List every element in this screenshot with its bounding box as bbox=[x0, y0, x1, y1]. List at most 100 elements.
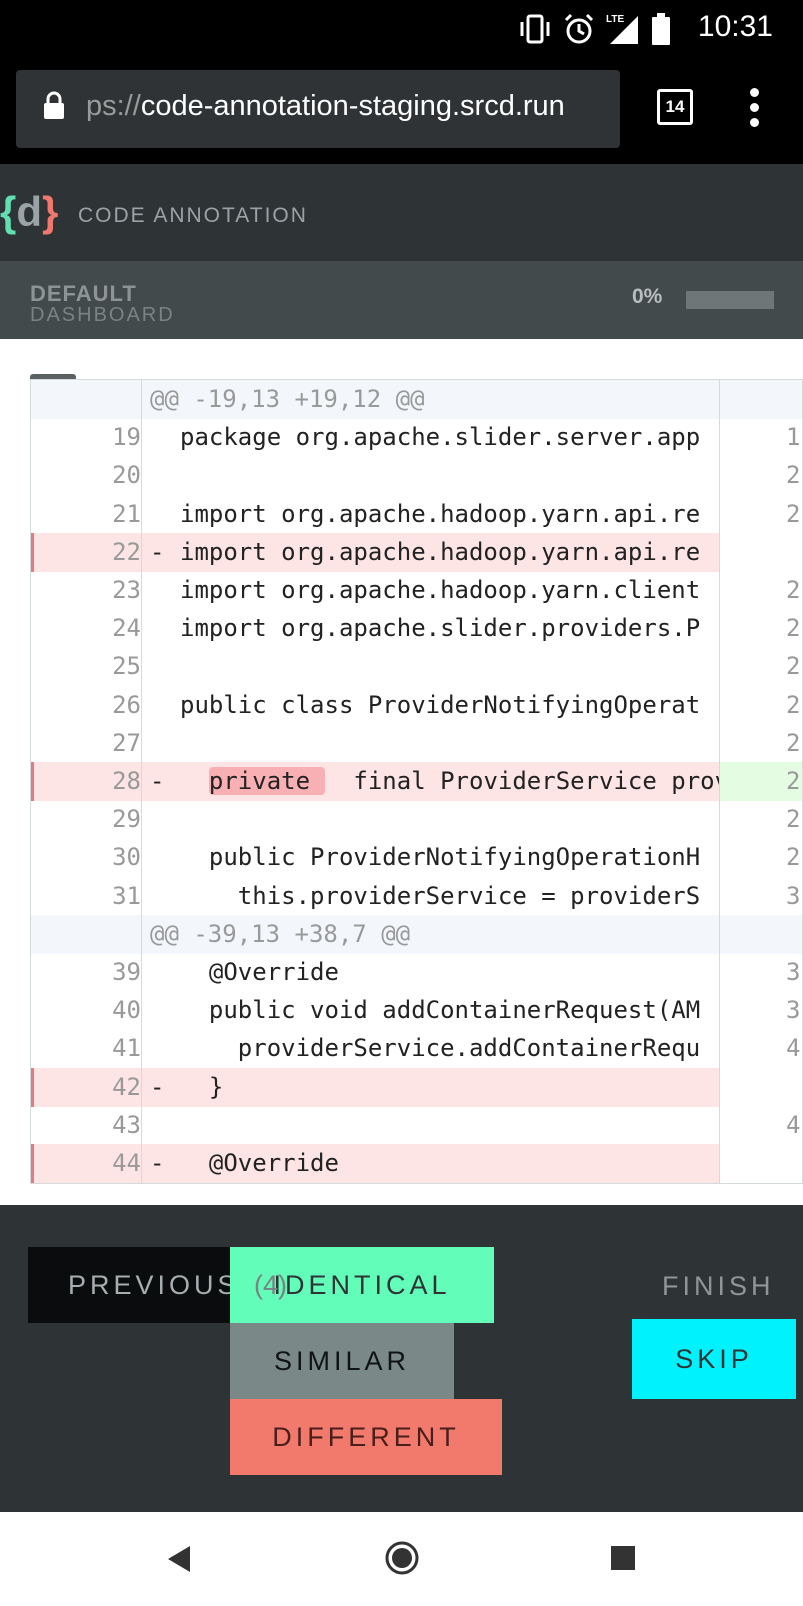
diff-row: 20 2 bbox=[31, 456, 802, 496]
line-number-left: 29 bbox=[112, 805, 141, 834]
diff-hunk-header: @@ -19,13 +19,12 @@ bbox=[31, 380, 802, 419]
line-number-left: 43 bbox=[112, 1110, 141, 1139]
annotation-controls: PREVIOUS IDENTICAL (4) SIMILAR DIFFERENT… bbox=[0, 1205, 803, 1512]
similar-button[interactable]: SIMILAR bbox=[230, 1323, 454, 1399]
lte-label: LTE bbox=[606, 14, 624, 25]
right-pane bbox=[719, 1144, 802, 1183]
diff-view[interactable]: @@ -19,13 +19,12 @@ 19 package org.apache.… bbox=[30, 379, 803, 1184]
code-line: package org.apache.slider.server.app bbox=[141, 418, 719, 458]
right-pane bbox=[719, 914, 802, 954]
overflow-menu-icon[interactable] bbox=[748, 88, 760, 128]
line-number-right: 2 bbox=[786, 614, 801, 643]
right-pane: 1 bbox=[719, 418, 802, 458]
diff-marker: - bbox=[150, 1072, 165, 1101]
line-number-left: 23 bbox=[112, 576, 141, 604]
code-text: public void addContainerRequest(AM bbox=[180, 996, 701, 1025]
app-title: CODE ANNOTATION bbox=[78, 204, 308, 227]
diff-marker: - bbox=[150, 537, 165, 566]
url-host: code-annotation-staging.srcd.run bbox=[140, 90, 565, 122]
diff-row: 23 import org.apache.hadoop.yarn.client 2 bbox=[31, 571, 802, 610]
line-number-right: 2 bbox=[786, 652, 801, 681]
back-icon[interactable] bbox=[166, 1544, 192, 1574]
line-number-right: 2 bbox=[786, 843, 801, 872]
code-text: @Override bbox=[180, 1149, 339, 1177]
code-text: private final ProviderService prov bbox=[180, 762, 719, 801]
lte-signal-icon: LTE bbox=[606, 14, 638, 44]
diff-row: 39 @Override 3 bbox=[31, 953, 802, 992]
line-number-left: 41 bbox=[112, 1034, 141, 1063]
hunk-text: @@ -19,13 +19,12 @@ bbox=[150, 385, 425, 413]
code-line: - } bbox=[141, 1067, 719, 1107]
code-line: public void addContainerRequest(AM bbox=[141, 991, 719, 1031]
code-line bbox=[141, 1105, 719, 1145]
clock: 10:31 bbox=[697, 10, 773, 43]
line-number-right: 2 bbox=[786, 576, 801, 604]
code-text: public ProviderNotifyingOperationH bbox=[180, 843, 701, 872]
code-line: - @Override bbox=[141, 1144, 719, 1183]
hunk-text: @@ -39,13 +38,7 @@ bbox=[150, 919, 411, 948]
code-line: import org.apache.hadoop.yarn.api.re bbox=[141, 494, 719, 534]
line-number-right: 2 bbox=[786, 461, 801, 490]
tab-switcher-button[interactable]: 14 bbox=[657, 89, 693, 125]
line-number-right: 1 bbox=[786, 423, 801, 452]
diff-row: 25 2 bbox=[31, 647, 802, 687]
right-pane: 2 bbox=[719, 762, 802, 801]
right-pane: 3 bbox=[719, 953, 802, 992]
previous-button[interactable]: PREVIOUS bbox=[28, 1247, 238, 1323]
home-icon[interactable] bbox=[384, 1540, 420, 1576]
app-header: {d} CODE ANNOTATION bbox=[0, 164, 803, 261]
line-number-left: 40 bbox=[112, 996, 141, 1025]
line-number-left bbox=[31, 915, 141, 954]
address-bar[interactable]: ps://code-annotation-staging.srcd.run bbox=[16, 70, 620, 148]
different-button[interactable]: DIFFERENT bbox=[230, 1399, 502, 1475]
line-number-left: 20 bbox=[112, 461, 141, 490]
skip-button[interactable]: SKIP bbox=[632, 1319, 796, 1399]
code-text: providerService.addContainerRequ bbox=[180, 1034, 701, 1063]
code-text: import org.apache.hadoop.yarn.api.re bbox=[180, 537, 701, 566]
line-number-left: 30 bbox=[112, 843, 141, 872]
right-pane: 2 bbox=[719, 571, 802, 610]
diff-row: 41 providerService.addContainerRequ 4 bbox=[31, 1029, 802, 1069]
line-number-left: 19 bbox=[112, 423, 141, 452]
diff-row-deleted: 22- import org.apache.hadoop.yarn.api.re bbox=[31, 532, 802, 572]
right-pane: 3 bbox=[719, 991, 802, 1031]
dashboard-subtitle: DASHBOARD bbox=[30, 304, 175, 326]
code-text: import org.apache.hadoop.yarn.api.re bbox=[180, 499, 701, 528]
code-text: public class ProviderNotifyingOperat bbox=[180, 690, 701, 719]
code-line: @@ -19,13 +19,12 @@ bbox=[141, 380, 719, 419]
finish-button[interactable]: FINISH bbox=[662, 1251, 803, 1321]
diff-row-deleted: 28- private final ProviderService prov 2 bbox=[31, 762, 802, 801]
line-number-right: 4 bbox=[786, 1034, 801, 1063]
right-pane: 2 bbox=[719, 838, 802, 878]
diff-row: 29 2 bbox=[31, 800, 802, 840]
line-number-left: 31 bbox=[112, 881, 141, 910]
recents-icon[interactable] bbox=[611, 1546, 635, 1570]
progress-bar bbox=[686, 291, 774, 309]
diff-row: 30 public ProviderNotifyingOperationH 2 bbox=[31, 838, 802, 878]
right-pane: 2 bbox=[719, 800, 802, 840]
line-number-left: 22 bbox=[31, 532, 141, 572]
diff-marker: - bbox=[150, 767, 165, 795]
code-text: import org.apache.hadoop.yarn.client bbox=[180, 576, 701, 604]
url-text[interactable]: ps://code-annotation-staging.srcd.run bbox=[86, 90, 565, 123]
diff-row-deleted: 44- @Override bbox=[31, 1144, 802, 1183]
progress-percent: 0% bbox=[632, 285, 663, 308]
line-number-left: 28 bbox=[31, 762, 141, 801]
code-text: @Override bbox=[180, 958, 339, 986]
code-line: providerService.addContainerRequ bbox=[141, 1029, 719, 1069]
line-number-left: 25 bbox=[112, 652, 141, 681]
line-number-left: 42 bbox=[31, 1067, 141, 1107]
line-number-left bbox=[31, 380, 141, 419]
line-number-left: 44 bbox=[31, 1144, 141, 1183]
code-text: import org.apache.slider.providers.P bbox=[180, 614, 701, 643]
code-line bbox=[141, 800, 719, 840]
code-line bbox=[141, 456, 719, 496]
browser-toolbar: ps://code-annotation-staging.srcd.run 14 bbox=[0, 60, 803, 164]
diff-row: 31 this.providerService = providerS 3 bbox=[31, 876, 802, 916]
diff-marker: - bbox=[150, 1149, 165, 1177]
logo[interactable]: {d} bbox=[0, 190, 58, 234]
line-number-right: 2 bbox=[786, 499, 801, 528]
code-line: @@ -39,13 +38,7 @@ bbox=[141, 914, 719, 954]
line-number-left: 26 bbox=[112, 690, 141, 719]
